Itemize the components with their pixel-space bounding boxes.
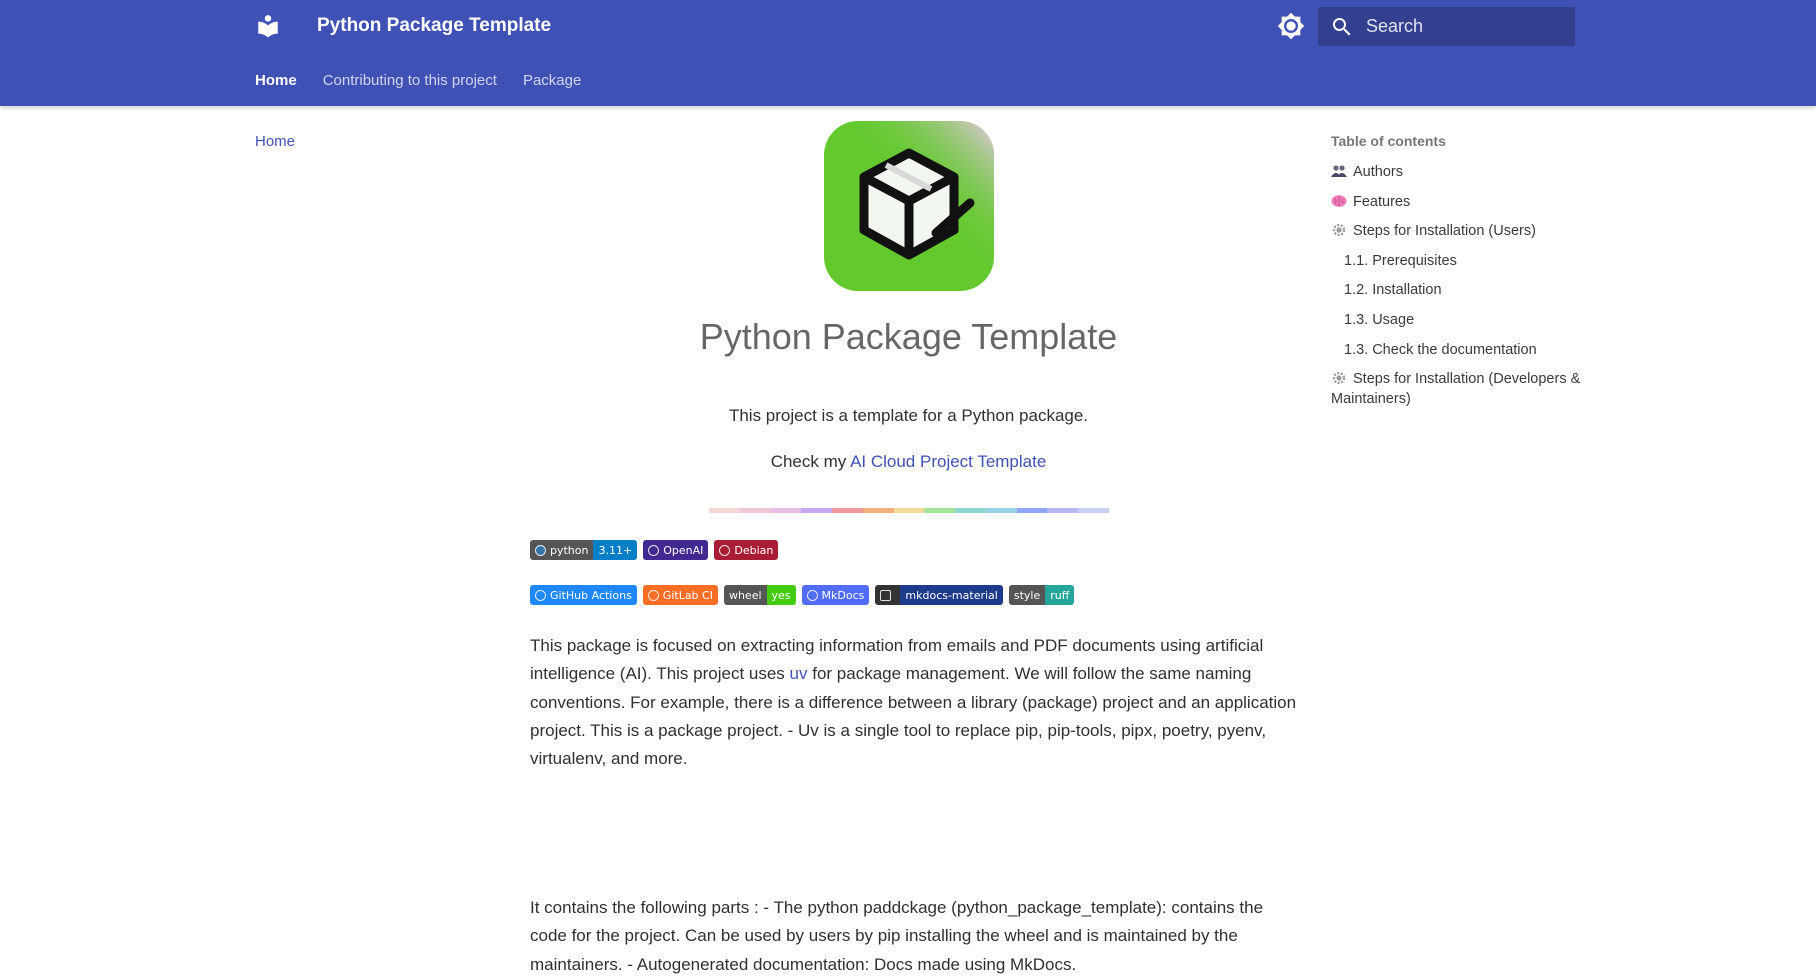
page-title: Python Package Template xyxy=(699,316,1118,357)
toc-label: Authors xyxy=(1353,164,1403,180)
brain-icon xyxy=(1331,194,1347,207)
rainbow-divider xyxy=(709,508,1109,513)
toc-title: Table of contents xyxy=(1331,133,1446,149)
badge-value: ruff xyxy=(1045,585,1075,605)
badge-label: MkDocs xyxy=(821,588,865,602)
toc-item-features[interactable]: Features xyxy=(1331,192,1581,212)
badge-label: python xyxy=(550,543,589,557)
toc-item-steps-developers[interactable]: Steps for Installation (Developers & Mai… xyxy=(1331,369,1581,409)
book-logo-icon[interactable] xyxy=(255,13,281,39)
toc-item-check-documentation[interactable]: 1.3. Check the documentation xyxy=(1331,340,1581,360)
badge-label: Debian xyxy=(734,543,774,557)
uv-link[interactable]: uv xyxy=(790,664,808,683)
gear-icon xyxy=(1332,224,1346,237)
search-input[interactable] xyxy=(1366,7,1566,46)
github-actions-icon xyxy=(535,589,546,601)
openai-badge[interactable]: OpenAI xyxy=(643,540,709,560)
search-box[interactable] xyxy=(1318,7,1575,46)
people-icon xyxy=(1331,165,1347,177)
toc-item-usage[interactable]: 1.3. Usage xyxy=(1331,310,1581,330)
mkdocs-material-icon xyxy=(880,589,892,601)
tab-package[interactable]: Package xyxy=(523,72,581,89)
top-header: Python Package Template Home Contributin… xyxy=(0,0,1816,106)
description-paragraph: This package is focused on extracting in… xyxy=(530,632,1300,773)
python-icon xyxy=(535,544,546,556)
badge-label: GitHub Actions xyxy=(550,588,632,602)
table-of-contents: Table of contents Authors Features Steps… xyxy=(1331,133,1581,419)
wheel-badge[interactable]: wheel yes xyxy=(723,585,796,605)
debian-badge[interactable]: Debian xyxy=(714,540,779,560)
badge-label: GitLab CI xyxy=(662,588,713,602)
badge-value: 3.11+ xyxy=(593,540,638,560)
mkdocs-badge[interactable]: MkDocs xyxy=(801,585,870,605)
badges-row-tooling: GitHub Actions GitLab CI wheel yes MkDoc… xyxy=(530,585,1075,605)
check-line: Check my AI Cloud Project Template xyxy=(530,452,1287,472)
badge-value: yes xyxy=(766,585,796,605)
toc-item-authors[interactable]: Authors xyxy=(1331,162,1581,182)
gitlab-ci-badge[interactable]: GitLab CI xyxy=(642,585,718,605)
toc-item-steps-users[interactable]: Steps for Installation (Users) xyxy=(1331,221,1581,241)
brightness-toggle-icon[interactable] xyxy=(1277,12,1305,40)
python-badge[interactable]: python 3.11+ xyxy=(530,540,638,560)
badge-label: style xyxy=(1008,585,1046,605)
package-box-logo-icon xyxy=(824,121,994,291)
nav-item-home[interactable]: Home xyxy=(255,133,295,150)
ai-cloud-template-link[interactable]: AI Cloud Project Template xyxy=(850,452,1046,471)
tab-contributing[interactable]: Contributing to this project xyxy=(323,72,497,89)
badge-label: mkdocs-material xyxy=(900,585,1003,605)
mkdocs-icon xyxy=(806,589,818,601)
openai-icon xyxy=(648,544,660,556)
tab-home[interactable]: Home xyxy=(255,72,297,89)
gitlab-fox-icon xyxy=(647,589,659,601)
intro-text: This project is a template for a Python … xyxy=(728,406,1089,425)
gear-icon xyxy=(1332,372,1346,385)
parts-paragraph: It contains the following parts : - The … xyxy=(530,898,1264,974)
toc-item-prerequisites[interactable]: 1.1. Prerequisites xyxy=(1331,251,1581,271)
header-tabs: Home Contributing to this project Packag… xyxy=(255,72,581,89)
mkdocs-material-badge[interactable]: mkdocs-material xyxy=(875,585,1003,605)
toc-label: Steps for Installation (Users) xyxy=(1353,223,1536,240)
github-actions-badge[interactable]: GitHub Actions xyxy=(530,585,637,605)
left-navigation: Home xyxy=(255,133,295,150)
toc-item-installation[interactable]: 1.2. Installation xyxy=(1331,280,1581,300)
ruff-style-badge[interactable]: style ruff xyxy=(1008,585,1075,605)
debian-swirl-icon xyxy=(719,544,731,556)
badge-label: wheel xyxy=(723,585,767,605)
check-prefix: Check my xyxy=(770,452,851,471)
toc-label: Features xyxy=(1353,193,1411,210)
badge-label: OpenAI xyxy=(663,543,704,557)
badges-row-platform: python 3.11+ OpenAI Debian xyxy=(530,540,779,560)
search-icon xyxy=(1333,18,1351,36)
toc-label: Steps for Installation (Developers & Mai… xyxy=(1331,371,1581,408)
site-title[interactable]: Python Package Template xyxy=(317,15,551,37)
